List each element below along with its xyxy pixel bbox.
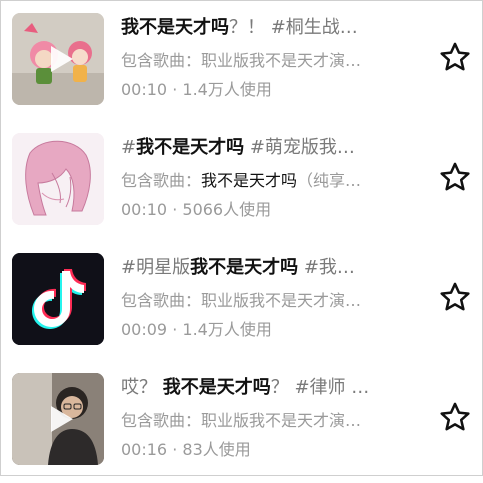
item-song-info: 包含歌曲：我不是天才吗（纯享… — [121, 171, 362, 190]
item-meta: 00:10 · 1.4万人使用 — [121, 80, 272, 99]
item-song-info: 包含歌曲：职业版我不是天才演… — [121, 51, 362, 70]
item-meta: 00:16 · 83人使用 — [121, 440, 251, 459]
list-item[interactable]: 我不是天才吗？！ #桐生战… 包含歌曲：职业版我不是天才演… 00:10 · 1… — [1, 5, 482, 123]
duration: 00:16 — [121, 440, 168, 459]
play-icon — [51, 46, 73, 72]
list-item[interactable]: #我不是天才吗 #萌宠版我… 包含歌曲：我不是天才吗（纯享… 00:10 · 5… — [1, 125, 482, 243]
usage-count: 1.4万人使用 — [182, 320, 272, 339]
star-icon[interactable] — [438, 40, 472, 74]
anime-character-image — [12, 133, 104, 225]
duration: 00:10 — [121, 200, 168, 219]
list-item[interactable]: 哎？ 我不是天才吗？ #律师 … 包含歌曲：职业版我不是天才演… 00:16 ·… — [1, 365, 482, 483]
duration: 00:10 — [121, 80, 168, 99]
star-icon[interactable] — [438, 280, 472, 314]
usage-count: 83人使用 — [182, 440, 251, 459]
item-title: #我不是天才吗 #萌宠版我… — [121, 137, 355, 158]
item-title: 哎？ 我不是天才吗？ #律师 … — [121, 377, 370, 398]
video-thumbnail[interactable] — [12, 373, 104, 465]
video-thumbnail[interactable] — [12, 13, 104, 105]
item-meta: 00:09 · 1.4万人使用 — [121, 320, 272, 339]
list-item[interactable]: #明星版我不是天才吗 #我… 包含歌曲：职业版我不是天才演… 00:09 · 1… — [1, 245, 482, 363]
item-song-info: 包含歌曲：职业版我不是天才演… — [121, 411, 362, 430]
item-song-info: 包含歌曲：职业版我不是天才演… — [121, 291, 362, 310]
star-icon[interactable] — [438, 160, 472, 194]
music-template-list: 我不是天才吗？！ #桐生战… 包含歌曲：职业版我不是天才演… 00:10 · 1… — [0, 0, 483, 476]
item-meta: 00:10 · 5066人使用 — [121, 200, 272, 219]
duration: 00:09 — [121, 320, 168, 339]
video-thumbnail[interactable] — [12, 253, 104, 345]
star-icon[interactable] — [438, 400, 472, 434]
play-icon — [51, 406, 73, 432]
item-title: 我不是天才吗？！ #桐生战… — [121, 17, 358, 38]
usage-count: 1.4万人使用 — [182, 80, 272, 99]
item-title: #明星版我不是天才吗 #我… — [121, 257, 355, 278]
usage-count: 5066人使用 — [182, 200, 272, 219]
video-thumbnail[interactable] — [12, 133, 104, 225]
tiktok-logo-icon — [12, 253, 104, 345]
